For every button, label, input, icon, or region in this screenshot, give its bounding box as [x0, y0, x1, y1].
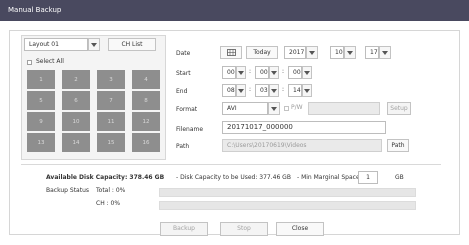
backup-status-label: Backup Status [46, 187, 90, 194]
day-dropdown-button[interactable] [379, 46, 391, 59]
channel-cell[interactable]: 13 [27, 133, 55, 152]
layout-select[interactable]: Layout 01 [24, 38, 88, 51]
chevron-down-icon [271, 70, 277, 75]
month-dropdown-button[interactable] [344, 46, 356, 59]
filename-input[interactable]: 20171017_000000 [222, 121, 386, 134]
date-label: Date [176, 50, 191, 57]
chevron-down-icon [238, 88, 244, 93]
path-input: C:\Users\20170619\Videos [222, 139, 382, 152]
channel-cell[interactable]: 16 [132, 133, 160, 152]
channel-cell[interactable]: 14 [62, 133, 90, 152]
total-progress-bar [159, 188, 416, 197]
channel-cell[interactable]: 3 [97, 70, 125, 89]
day-select[interactable]: 17 [365, 46, 379, 59]
start-minute-dropdown[interactable] [269, 66, 279, 79]
stop-button[interactable]: Stop [220, 222, 268, 236]
filename-label: Filename [176, 126, 204, 133]
time-separator: : [249, 86, 252, 93]
end-label: End [176, 88, 188, 95]
window-title-bar: Manual Backup [0, 0, 469, 21]
chevron-down-icon [304, 70, 310, 75]
end-second[interactable]: 14 [288, 84, 302, 97]
min-marginal-space-input[interactable]: 1 [358, 171, 378, 184]
channel-cell[interactable]: 2 [62, 70, 90, 89]
layout-select-value: Layout 01 [29, 41, 59, 48]
start-hour[interactable]: 00 [222, 66, 236, 79]
end-second-dropdown[interactable] [302, 84, 312, 97]
password-field[interactable] [308, 102, 380, 115]
channel-cell[interactable]: 10 [62, 112, 90, 131]
start-second[interactable]: 00 [288, 66, 302, 79]
chevron-down-icon [271, 106, 277, 111]
channel-grid: 1 2 3 4 5 6 7 8 9 10 11 12 13 14 15 16 [27, 70, 167, 170]
min-marginal-space-unit: GB [395, 174, 404, 181]
path-label: Path [176, 143, 190, 150]
chevron-down-icon [271, 88, 277, 93]
section-divider [21, 164, 441, 165]
time-separator: : [249, 68, 252, 75]
chevron-down-icon [304, 88, 310, 93]
channel-cell[interactable]: 11 [97, 112, 125, 131]
start-minute[interactable]: 00 [255, 66, 269, 79]
min-marginal-space-label: - Min Marginal Space: [297, 174, 362, 181]
setup-button[interactable]: Setup [387, 102, 411, 115]
format-dropdown-button[interactable] [268, 102, 280, 115]
format-label: Format [176, 106, 198, 113]
year-dropdown-button[interactable] [306, 46, 318, 59]
backup-button[interactable]: Backup [160, 222, 208, 236]
chevron-down-icon [309, 50, 315, 55]
start-second-dropdown[interactable] [302, 66, 312, 79]
year-select[interactable]: 2017 [284, 46, 306, 59]
channel-cell[interactable]: 9 [27, 112, 55, 131]
calendar-button[interactable] [220, 46, 242, 59]
window-title: Manual Backup [8, 6, 62, 14]
time-separator: : [282, 68, 285, 75]
ch-list-button[interactable]: CH List [108, 38, 156, 51]
chevron-down-icon [347, 50, 353, 55]
month-select[interactable]: 10 [330, 46, 344, 59]
path-button[interactable]: Path [387, 139, 409, 152]
channel-cell[interactable]: 8 [132, 91, 160, 110]
channel-cell[interactable]: 5 [27, 91, 55, 110]
start-hour-dropdown[interactable] [236, 66, 246, 79]
pw-label: P/W [291, 104, 303, 111]
select-all-checkbox[interactable] [27, 60, 32, 65]
channel-cell[interactable]: 12 [132, 112, 160, 131]
channel-cell[interactable]: 6 [62, 91, 90, 110]
pw-checkbox[interactable] [284, 106, 289, 111]
end-hour-dropdown[interactable] [236, 84, 246, 97]
ch-progress-bar [159, 201, 416, 210]
end-hour[interactable]: 08 [222, 84, 236, 97]
available-capacity: Available Disk Capacity: 378.46 GB [46, 174, 165, 181]
channel-cell[interactable]: 7 [97, 91, 125, 110]
start-label: Start [176, 70, 191, 77]
channel-cell[interactable]: 1 [27, 70, 55, 89]
channel-cell[interactable]: 4 [132, 70, 160, 89]
channel-cell[interactable]: 15 [97, 133, 125, 152]
ch-progress-label: CH : 0% [96, 200, 121, 207]
capacity-to-be-used: - Disk Capacity to be Used: 377.46 GB [176, 174, 291, 181]
today-button[interactable]: Today [246, 46, 278, 59]
calendar-icon [226, 49, 236, 56]
total-progress-label: Total : 0% [96, 187, 126, 194]
layout-dropdown-button[interactable] [88, 38, 100, 51]
chevron-down-icon [238, 70, 244, 75]
select-all-label: Select All [36, 58, 64, 65]
chevron-down-icon [91, 42, 97, 47]
time-separator: : [282, 86, 285, 93]
end-minute[interactable]: 03 [255, 84, 269, 97]
chevron-down-icon [382, 50, 388, 55]
close-button[interactable]: Close [276, 222, 324, 236]
end-minute-dropdown[interactable] [269, 84, 279, 97]
format-select[interactable]: AVI [222, 102, 268, 115]
